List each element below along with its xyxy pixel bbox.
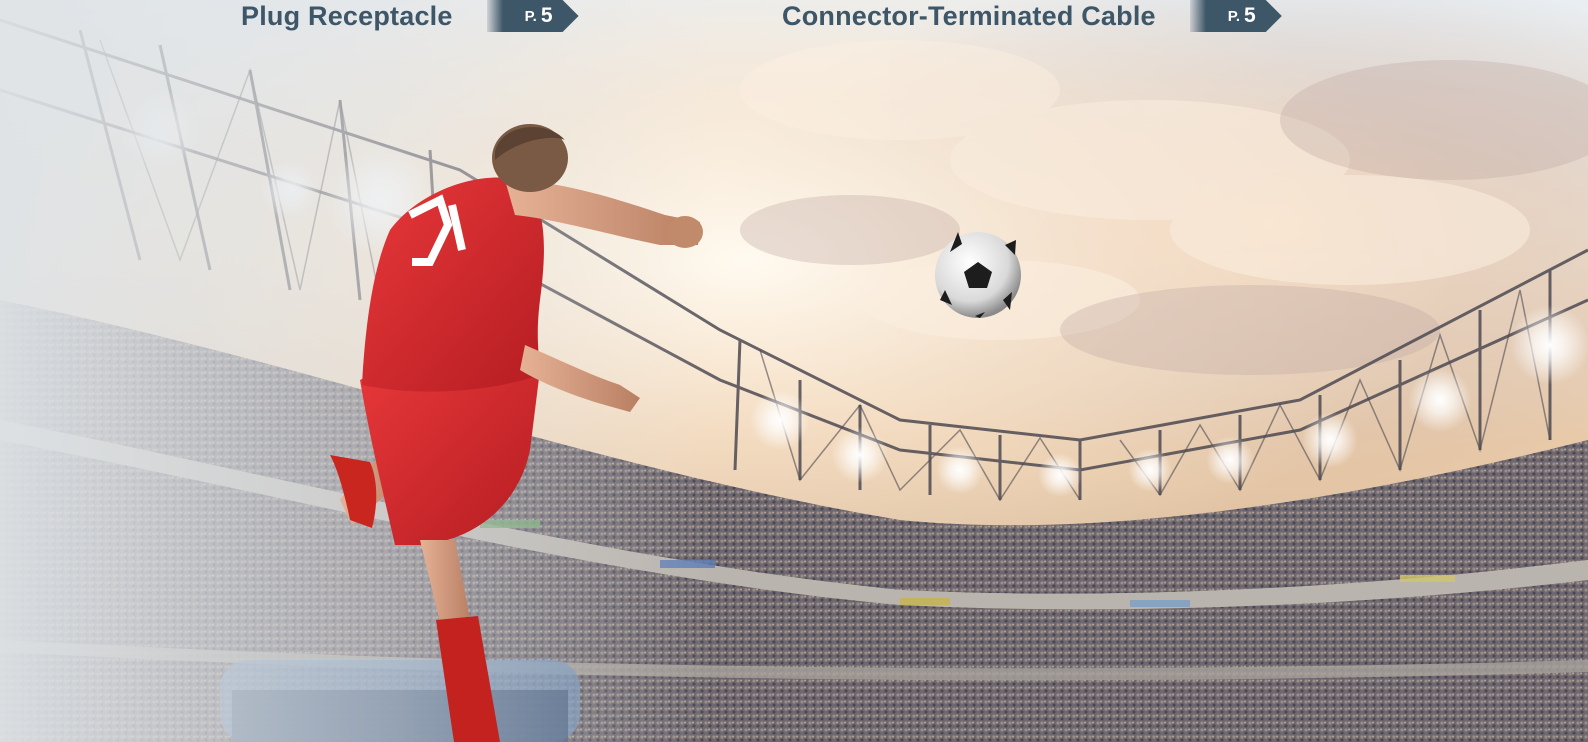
page-prefix: P. <box>524 7 537 25</box>
connector-terminated-cable-label: Connector-Terminated Cable <box>782 0 1156 31</box>
connector-terminated-cable-link[interactable]: Connector-Terminated Cable P. 5 <box>782 0 1282 32</box>
page-tag-connector-terminated-cable[interactable]: P. 5 <box>1189 0 1282 32</box>
plug-receptacle-link[interactable]: Plug Receptacle P. 5 <box>241 0 579 32</box>
page-prefix: P. <box>1227 7 1240 25</box>
page-number: 5 <box>1244 4 1256 27</box>
brochure-page: Plug Receptacle P. 5 Connector-Terminate… <box>0 0 1588 742</box>
page-tag-plug-receptacle[interactable]: P. 5 <box>486 0 579 32</box>
stadium-photo <box>0 0 1588 742</box>
soccer-ball-icon <box>935 232 1021 318</box>
page-number: 5 <box>540 4 553 27</box>
plug-receptacle-label: Plug Receptacle <box>241 0 453 31</box>
